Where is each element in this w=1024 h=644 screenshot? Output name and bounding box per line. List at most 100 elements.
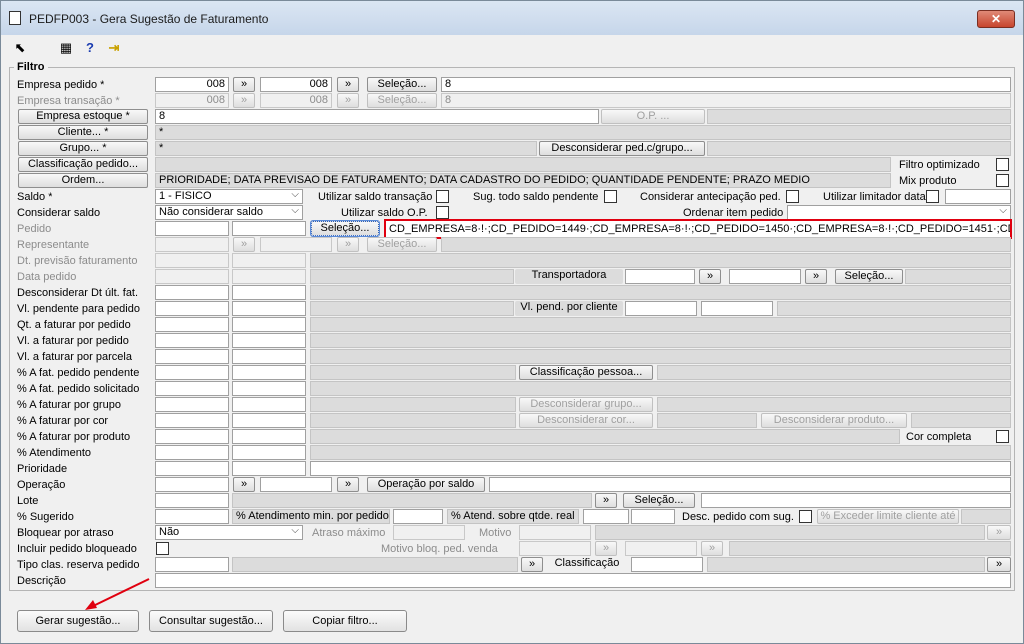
empresa-pedido-from[interactable]: 008 <box>155 77 229 92</box>
transportadora-to-lookup-button[interactable]: » <box>805 269 827 284</box>
operacao-saldo-field[interactable] <box>489 477 1011 492</box>
motivo-bloq-to-lookup-button[interactable]: » <box>701 541 723 556</box>
sug-todo-saldo-checkbox[interactable] <box>604 190 617 203</box>
dt-previsao-to[interactable] <box>232 253 306 268</box>
operacao-lookup-button[interactable]: » <box>233 477 255 492</box>
pct-atend-min-field[interactable] <box>393 509 443 524</box>
empresa-transacao-to-lookup-button[interactable]: » <box>337 93 359 108</box>
lote-selection[interactable] <box>701 493 1011 508</box>
pct-fat-solicitado-from[interactable] <box>155 381 229 396</box>
empresa-transacao-selecao-button[interactable]: Seleção... <box>367 93 437 108</box>
vl-pend-cliente-from[interactable] <box>625 301 697 316</box>
operacao-to[interactable] <box>260 477 332 492</box>
ordem-field[interactable]: PRIORIDADE; DATA PREVISAO DE FATURAMENTO… <box>155 173 891 188</box>
representante-lookup-button[interactable]: » <box>233 237 255 252</box>
desc-pedido-sug-checkbox[interactable] <box>799 510 812 523</box>
pct-grupo-from[interactable] <box>155 397 229 412</box>
empresa-pedido-lookup-button[interactable]: » <box>233 77 255 92</box>
pct-cor-from[interactable] <box>155 413 229 428</box>
pct-atendimento-to[interactable] <box>232 445 306 460</box>
data-pedido-to[interactable] <box>232 269 306 284</box>
transportadora-to[interactable] <box>729 269 801 284</box>
transportadora-selecao-button[interactable]: Seleção... <box>835 269 903 284</box>
desconsiderar-dt-to[interactable] <box>232 285 306 300</box>
considerar-saldo-select[interactable]: Não considerar saldo <box>155 205 303 220</box>
ordenar-item-select[interactable] <box>787 205 1011 220</box>
vl-pendente-from[interactable] <box>155 301 229 316</box>
pct-exceder-button[interactable]: % Exceder limite cliente até <box>817 509 959 524</box>
empresa-transacao-selection[interactable]: 8 <box>441 93 1011 108</box>
operacao-from[interactable] <box>155 477 229 492</box>
empresa-pedido-selection[interactable]: 8 <box>441 77 1011 92</box>
considerar-antecipacao-checkbox[interactable] <box>786 190 799 203</box>
incluir-bloqueado-checkbox[interactable] <box>156 542 169 555</box>
pct-grupo-to[interactable] <box>232 397 306 412</box>
grupo-field[interactable]: * <box>155 141 537 156</box>
representante-to-lookup-button[interactable]: » <box>337 237 359 252</box>
prioridade-to[interactable] <box>232 461 306 476</box>
lote-selecao-button[interactable]: Seleção... <box>623 493 695 508</box>
cliente-button[interactable]: Cliente... * <box>18 125 148 140</box>
empresa-pedido-to-lookup-button[interactable]: » <box>337 77 359 92</box>
pct-atend-sobre-field[interactable] <box>583 509 629 524</box>
mix-produto-checkbox[interactable] <box>996 174 1009 187</box>
data-pedido-from[interactable] <box>155 269 229 284</box>
pct-produto-to[interactable] <box>232 429 306 444</box>
utilizar-saldo-transacao-checkbox[interactable] <box>436 190 449 203</box>
pct-fat-solicitado-to[interactable] <box>232 381 306 396</box>
empresa-pedido-selecao-button[interactable]: Seleção... <box>367 77 437 92</box>
empresa-transacao-lookup-button[interactable]: » <box>233 93 255 108</box>
bloquear-atraso-select[interactable]: Não <box>155 525 303 540</box>
pct-atend-sobre-field-2[interactable] <box>631 509 675 524</box>
pct-atendimento-from[interactable] <box>155 445 229 460</box>
close-button[interactable]: ✕ <box>977 10 1015 28</box>
transportadora-lookup-button[interactable]: » <box>699 269 721 284</box>
motivo-bloq-lookup-button[interactable]: » <box>595 541 617 556</box>
prioridade-field[interactable] <box>310 461 1011 476</box>
vl-pend-cliente-to[interactable] <box>701 301 773 316</box>
pedido-from[interactable] <box>155 221 229 236</box>
help-icon[interactable]: ? <box>81 39 99 57</box>
pct-fat-pendente-to[interactable] <box>232 365 306 380</box>
calendar-icon[interactable]: ▦ <box>57 39 75 57</box>
empresa-estoque-button[interactable]: Empresa estoque * <box>18 109 148 124</box>
motivo-field[interactable] <box>519 525 591 540</box>
copiar-filtro-button[interactable]: Copiar filtro... <box>283 610 407 632</box>
grupo-button[interactable]: Grupo... * <box>18 141 148 156</box>
classificacao-field[interactable] <box>631 557 703 572</box>
prioridade-from[interactable] <box>155 461 229 476</box>
utilizar-saldo-op-checkbox[interactable] <box>436 206 449 219</box>
filtro-optimizado-checkbox[interactable] <box>996 158 1009 171</box>
ordem-button[interactable]: Ordem... <box>18 173 148 188</box>
lote-from[interactable] <box>155 493 229 508</box>
vl-faturar-pedido-from[interactable] <box>155 333 229 348</box>
classificacao-pedido-button[interactable]: Classificação pedido... <box>18 157 148 172</box>
desconsiderar-ped-grupo-button[interactable]: Desconsiderar ped.c/grupo... <box>539 141 705 156</box>
operacao-saldo-button[interactable]: Operação por saldo <box>367 477 485 492</box>
empresa-transacao-to[interactable]: 008 <box>260 93 332 108</box>
motivo-lookup-button[interactable]: » <box>987 525 1011 540</box>
dt-previsao-from[interactable] <box>155 253 229 268</box>
empresa-estoque-field[interactable]: 8 <box>155 109 599 124</box>
consultar-sugestao-button[interactable]: Consultar sugestão... <box>149 610 273 632</box>
transportadora-from[interactable] <box>625 269 695 284</box>
classificacao-lookup-button-2[interactable]: » <box>987 557 1011 572</box>
empresa-pedido-to[interactable]: 008 <box>260 77 332 92</box>
desconsiderar-grupo-button[interactable]: Desconsiderar grupo... <box>519 397 653 412</box>
pedido-selecao-button[interactable]: Seleção... <box>310 220 380 237</box>
gerar-sugestao-button[interactable]: Gerar sugestão... <box>17 610 139 632</box>
tipo-clas-field[interactable] <box>155 557 229 572</box>
representante-to[interactable] <box>260 237 332 252</box>
pointer-icon[interactable]: ⬉ <box>11 39 29 57</box>
exit-icon[interactable]: ⇥ <box>105 39 123 57</box>
op-button[interactable]: O.P. ... <box>601 109 705 124</box>
cor-completa-checkbox[interactable] <box>996 430 1009 443</box>
pedido-selection-field[interactable]: CD_EMPRESA=8·!·;CD_PEDIDO=1449·;CD_EMPRE… <box>384 219 1012 239</box>
representante-from[interactable] <box>155 237 229 252</box>
empresa-transacao-from[interactable]: 008 <box>155 93 229 108</box>
limitador-data-field[interactable] <box>945 189 1011 204</box>
classificacao-pedido-field[interactable] <box>155 157 891 172</box>
representante-selecao-button[interactable]: Seleção... <box>367 237 437 252</box>
motivo-bloq-from[interactable] <box>519 541 591 556</box>
cliente-field[interactable]: * <box>155 125 1011 140</box>
